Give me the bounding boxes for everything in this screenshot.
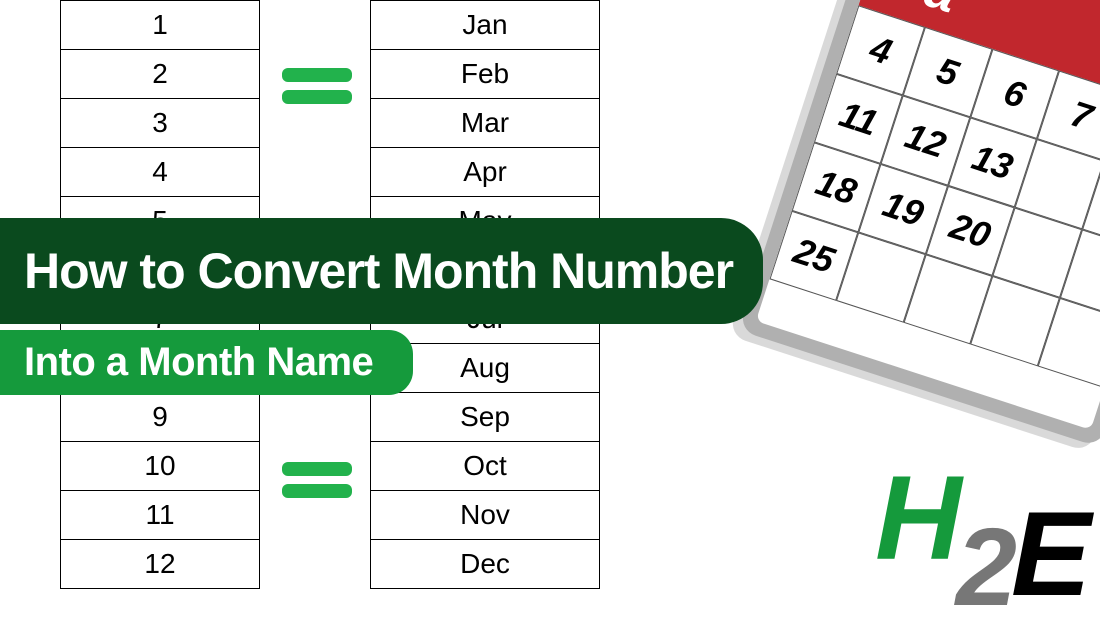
table-row: Apr bbox=[371, 148, 600, 197]
table-row: Mar bbox=[371, 99, 600, 148]
number-cell: 3 bbox=[61, 99, 260, 148]
table-row: 10 bbox=[61, 442, 260, 491]
name-cell: Oct bbox=[371, 442, 600, 491]
h2e-logo: H2E bbox=[875, 487, 1085, 625]
logo-letter-e: E bbox=[1011, 485, 1085, 623]
table-row: 11 bbox=[61, 491, 260, 540]
table-row: Feb bbox=[371, 50, 600, 99]
equals-icon bbox=[282, 456, 352, 504]
name-cell: Jan bbox=[371, 1, 600, 50]
table-row: 2 bbox=[61, 50, 260, 99]
table-row: Nov bbox=[371, 491, 600, 540]
table-row: 12 bbox=[61, 540, 260, 589]
number-cell: 12 bbox=[61, 540, 260, 589]
table-row: 3 bbox=[61, 99, 260, 148]
table-row: 1 bbox=[61, 1, 260, 50]
number-cell: 4 bbox=[61, 148, 260, 197]
table-row: 9 bbox=[61, 393, 260, 442]
number-cell: 2 bbox=[61, 50, 260, 99]
table-row: Dec bbox=[371, 540, 600, 589]
subtitle-banner: Into a Month Name bbox=[0, 330, 413, 395]
number-cell: 1 bbox=[61, 1, 260, 50]
table-row: Oct bbox=[371, 442, 600, 491]
table-row: Sep bbox=[371, 393, 600, 442]
name-cell: Mar bbox=[371, 99, 600, 148]
name-cell: Feb bbox=[371, 50, 600, 99]
name-cell: Dec bbox=[371, 540, 600, 589]
calendar-icon: Ja 4 5 6 7 11 12 13 18 19 20 25 bbox=[738, 0, 1100, 447]
name-cell: Sep bbox=[371, 393, 600, 442]
table-row: 4 bbox=[61, 148, 260, 197]
number-cell: 10 bbox=[61, 442, 260, 491]
title-banner: How to Convert Month Number bbox=[0, 218, 763, 324]
logo-letter-h: H bbox=[875, 449, 956, 587]
equals-icon bbox=[282, 62, 352, 110]
logo-digit-2: 2 bbox=[956, 504, 1011, 631]
number-cell: 9 bbox=[61, 393, 260, 442]
name-cell: Nov bbox=[371, 491, 600, 540]
table-row: Jan bbox=[371, 1, 600, 50]
number-cell: 11 bbox=[61, 491, 260, 540]
name-cell: Apr bbox=[371, 148, 600, 197]
